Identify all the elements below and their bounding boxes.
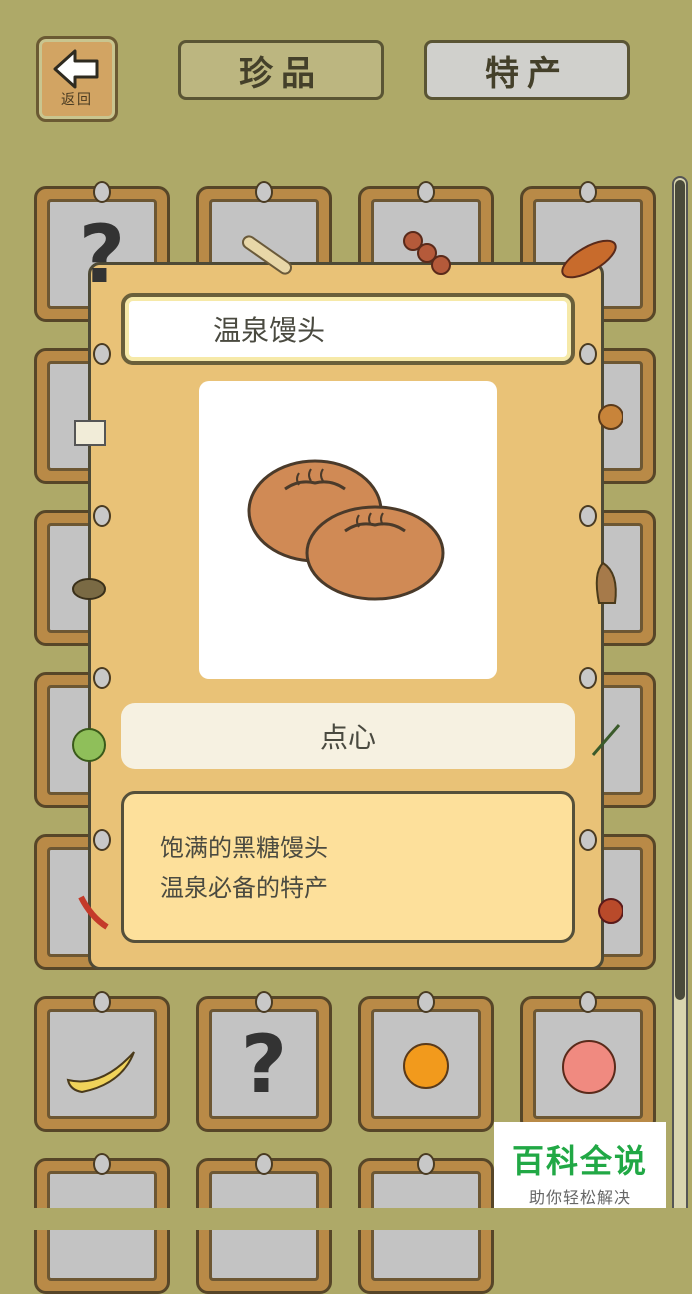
peach-icon bbox=[562, 1040, 616, 1094]
bottom-strip bbox=[0, 1208, 692, 1230]
cookie-icon bbox=[598, 404, 623, 430]
tab-treasures[interactable]: 珍品 bbox=[178, 40, 384, 100]
item-card[interactable] bbox=[520, 829, 656, 970]
item-name: 温泉馒头 bbox=[121, 293, 575, 365]
watermark-title: 百科全说 bbox=[511, 1142, 648, 1180]
item-card[interactable] bbox=[34, 991, 170, 1132]
steamed-bun-icon bbox=[247, 459, 445, 601]
item-card[interactable] bbox=[520, 991, 656, 1132]
unknown-mark: ? bbox=[240, 1017, 288, 1111]
item-card[interactable] bbox=[520, 505, 656, 646]
watermark: 百科全说 助你轻松解决 bbox=[494, 1122, 666, 1208]
chili-icon bbox=[78, 895, 109, 930]
description-line: 温泉必备的特产 bbox=[160, 874, 328, 902]
fruit-icon bbox=[598, 898, 623, 924]
unknown-mark: ? bbox=[78, 207, 126, 301]
back-label: 返回 bbox=[61, 92, 93, 108]
back-arrow-icon bbox=[53, 49, 99, 89]
item-card-unknown[interactable]: ? bbox=[196, 991, 332, 1132]
pot-icon bbox=[72, 578, 106, 600]
orange-icon bbox=[403, 1043, 449, 1089]
item-card[interactable] bbox=[358, 991, 494, 1132]
cabbage-icon bbox=[72, 728, 106, 762]
back-button[interactable]: 返回 bbox=[36, 36, 118, 122]
description-line: 饱满的黑糖馒头 bbox=[160, 834, 328, 862]
banana-icon bbox=[66, 1051, 135, 1094]
item-card-unknown[interactable]: ? bbox=[34, 181, 170, 322]
dango-icon bbox=[403, 231, 451, 275]
sack-icon bbox=[595, 561, 617, 604]
item-category: 点心 bbox=[121, 703, 575, 769]
item-card[interactable] bbox=[520, 343, 656, 484]
item-card[interactable] bbox=[196, 181, 332, 322]
item-detail-modal[interactable]: 温泉馒头 点心 饱满的黑糖馒头 温泉必备的特产 bbox=[88, 262, 604, 970]
scrollbar[interactable] bbox=[672, 176, 688, 1216]
watermark-subtitle: 助你轻松解决 bbox=[528, 1188, 631, 1207]
tofu-icon bbox=[74, 420, 106, 446]
sweet-potato-icon bbox=[561, 239, 617, 279]
item-card[interactable] bbox=[34, 505, 170, 646]
item-card[interactable] bbox=[520, 181, 656, 322]
tab-specialties[interactable]: 特产 bbox=[424, 40, 630, 100]
bread-stick-icon bbox=[241, 235, 293, 275]
item-card[interactable] bbox=[520, 667, 656, 808]
item-card[interactable] bbox=[34, 667, 170, 808]
item-description: 饱满的黑糖馒头 温泉必备的特产 bbox=[121, 791, 575, 943]
item-card[interactable] bbox=[34, 829, 170, 970]
item-image bbox=[199, 381, 497, 679]
item-card[interactable] bbox=[34, 343, 170, 484]
leek-icon bbox=[591, 724, 621, 756]
scroll-thumb[interactable] bbox=[675, 180, 685, 1000]
item-card[interactable] bbox=[358, 181, 494, 322]
